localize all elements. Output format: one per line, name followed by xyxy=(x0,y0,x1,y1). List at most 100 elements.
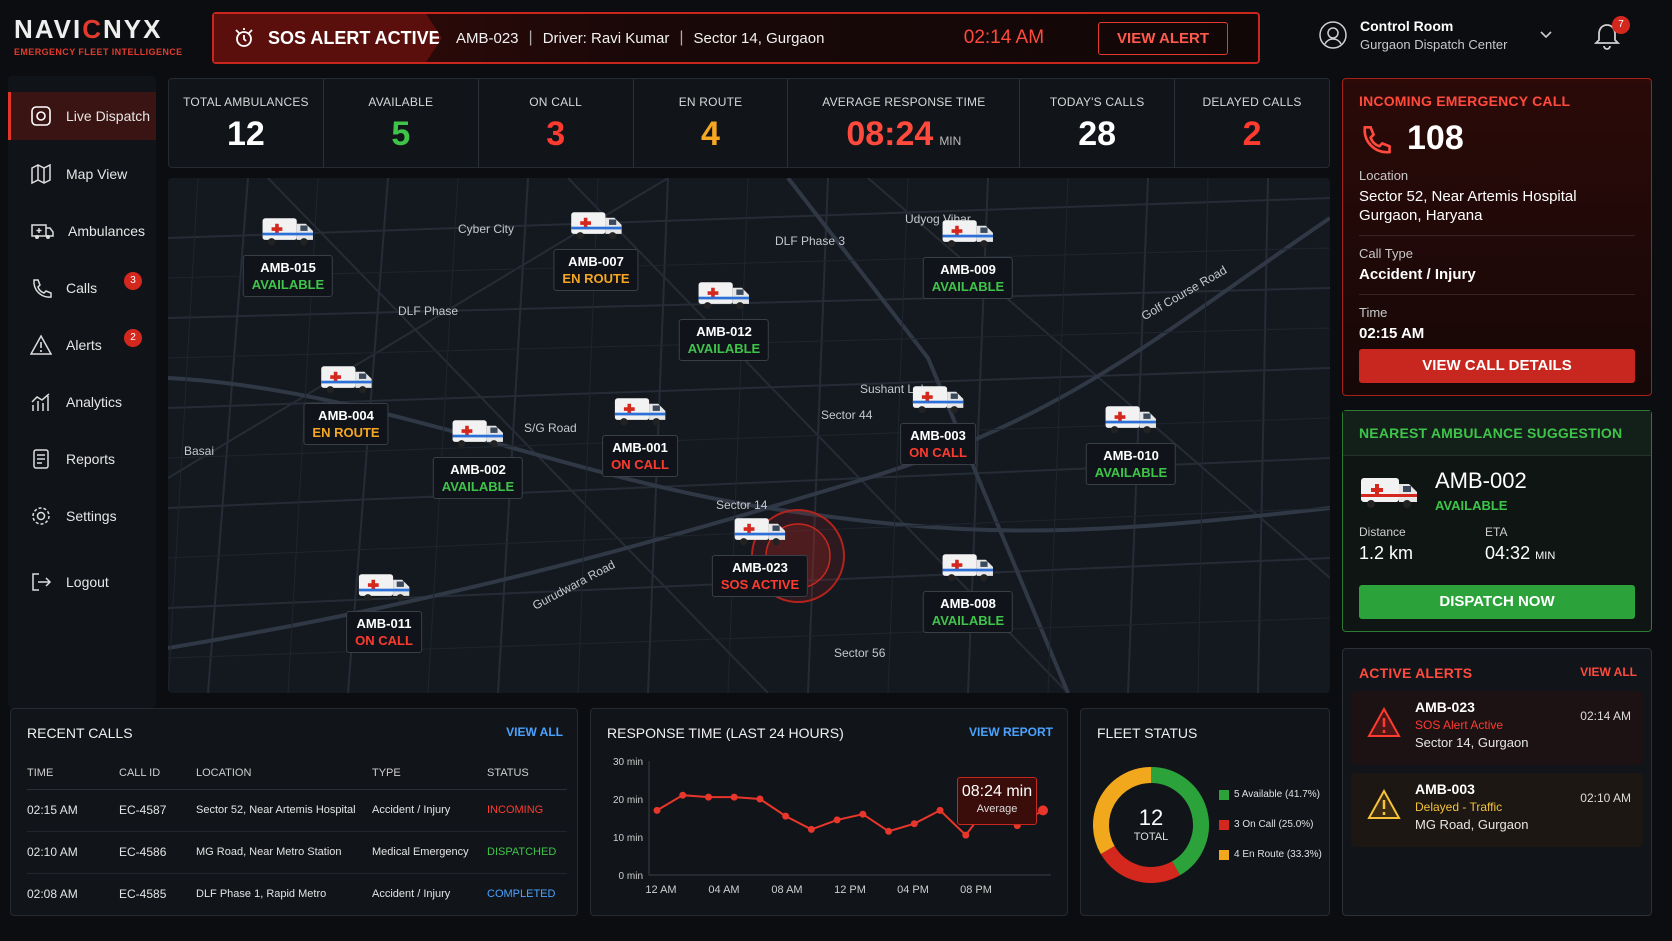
ambulance-marker[interactable]: AMB-004 EN ROUTE xyxy=(303,360,389,445)
sidebar-item-ambulances[interactable]: Ambulances xyxy=(8,207,156,255)
incoming-call-number: 108 xyxy=(1407,119,1464,157)
recent-calls-title: RECENT CALLS xyxy=(27,725,133,741)
recent-calls-table: TIME CALL ID LOCATION TYPE STATUS 02:15 … xyxy=(27,757,567,915)
sos-time: 02:14 AM xyxy=(963,27,1045,48)
nearest-ambulance-panel: NEAREST AMBULANCE SUGGESTION AMB-002 AVA… xyxy=(1342,410,1652,632)
nearest-status: AVAILABLE xyxy=(1435,498,1508,513)
x-tick-label: 08 PM xyxy=(960,884,992,896)
analytics-icon xyxy=(31,393,50,411)
ambulance-marker[interactable]: AMB-009 AVAILABLE xyxy=(922,214,1014,299)
ambulance-marker[interactable]: AMB-008 AVAILABLE xyxy=(922,548,1014,633)
fleet-total: 12 TOTAL xyxy=(1133,805,1169,843)
alert-item[interactable]: AMB-023 SOS Alert Active Sector 14, Gurg… xyxy=(1351,691,1643,765)
data-point xyxy=(885,827,893,835)
data-point xyxy=(1038,805,1048,816)
incoming-call-panel: INCOMING EMERGENCY CALL 108 Location Sec… xyxy=(1342,78,1652,396)
stat-available: AVAILABLE 5 xyxy=(324,79,479,167)
ambulance-label: AMB-011 ON CALL xyxy=(346,611,422,653)
ambulance-icon xyxy=(911,386,965,420)
ambulance-icon xyxy=(1361,477,1417,508)
data-point xyxy=(833,816,841,824)
stat-en-route: EN ROUTE 4 xyxy=(634,79,789,167)
data-point xyxy=(730,793,738,801)
dispatch-icon xyxy=(31,106,51,126)
headset-icon xyxy=(1319,21,1347,49)
ambulance-marker[interactable]: AMB-011 ON CALL xyxy=(346,568,422,653)
sidebar-item-alerts[interactable]: Alerts 2 xyxy=(8,321,156,369)
alerts-badge: 2 xyxy=(124,329,142,347)
nearest-title: NEAREST AMBULANCE SUGGESTION xyxy=(1359,425,1623,441)
table-row[interactable]: 02:10 AM EC-4586 MG Road, Near Metro Stati… xyxy=(27,831,567,874)
phone-icon xyxy=(33,279,52,298)
nearest-unit: AMB-002 xyxy=(1435,468,1527,493)
map-label: S/G Road xyxy=(524,421,577,435)
sidebar-item-logout[interactable]: Logout xyxy=(8,558,156,606)
ambulance-marker[interactable]: AMB-002 AVAILABLE xyxy=(432,414,524,499)
response-time-title: RESPONSE TIME (LAST 24 HOURS) xyxy=(607,725,844,741)
control-room-selector[interactable]: Control Room Gurgaon Dispatch Center xyxy=(1318,18,1553,52)
view-call-details-button[interactable]: VIEW CALL DETAILS xyxy=(1359,349,1635,383)
ambulance-marker[interactable]: AMB-012 AVAILABLE xyxy=(678,276,770,361)
dispatch-now-button[interactable]: DISPATCH NOW xyxy=(1359,585,1635,619)
sidebar-item-map-view[interactable]: Map View xyxy=(8,150,156,198)
alert-item[interactable]: AMB-003 Delayed - Traffic MG Road, Gurga… xyxy=(1351,773,1643,847)
sos-alert-banner[interactable]: SOS ALERT ACTIVE AMB-023 | Driver: Ravi … xyxy=(212,12,1260,64)
ambulance-marker[interactable]: AMB-003 ON CALL xyxy=(900,380,976,465)
nearest-eta: 04:32 MIN xyxy=(1485,543,1556,563)
sidebar-item-calls[interactable]: Calls 3 xyxy=(8,264,156,312)
ambulance-icon xyxy=(941,220,995,254)
map-label: Basai xyxy=(184,444,215,458)
data-point xyxy=(936,806,944,814)
ambulance-icon xyxy=(733,518,787,552)
ambulance-label: AMB-008 AVAILABLE xyxy=(922,591,1014,633)
sos-unit: AMB-023 xyxy=(456,29,519,47)
recent-calls-panel: RECENT CALLS VIEW ALL TIME CALL ID LOCAT… xyxy=(10,708,578,916)
ambulance-icon xyxy=(697,282,751,316)
ambulance-marker[interactable]: AMB-010 AVAILABLE xyxy=(1085,400,1177,485)
data-point xyxy=(653,806,661,814)
ambulance-label: AMB-004 EN ROUTE xyxy=(303,403,389,445)
x-tick-label: 12 PM xyxy=(834,884,866,896)
ambulance-label: AMB-002 AVAILABLE xyxy=(432,457,524,499)
map-icon xyxy=(31,163,51,185)
response-time-panel: RESPONSE TIME (LAST 24 HOURS) VIEW REPOR… xyxy=(590,708,1068,916)
control-room-title: Control Room xyxy=(1360,18,1454,34)
gear-icon xyxy=(32,507,50,525)
chevron-down-icon xyxy=(1540,31,1552,39)
ambulance-marker[interactable]: AMB-023 SOS ACTIVE xyxy=(711,512,809,597)
nearest-distance: 1.2 km xyxy=(1359,543,1414,563)
recent-calls-view-all-link[interactable]: VIEW ALL xyxy=(506,725,563,739)
sos-title: SOS ALERT ACTIVE xyxy=(268,27,441,48)
sos-location: Sector 14, Gurgaon xyxy=(693,29,825,47)
sidebar-item-settings[interactable]: Settings xyxy=(8,492,156,540)
legend-available: 5 Available (41.7%) xyxy=(1219,789,1320,800)
data-point xyxy=(782,812,790,820)
data-point xyxy=(807,825,815,833)
view-report-link[interactable]: VIEW REPORT xyxy=(969,725,1053,739)
live-map[interactable]: Cyber City DLF Phase 3 Udyog Vihar DLF P… xyxy=(168,178,1330,693)
response-time-chart: 30 min 20 min 10 min 0 min12 AM 04 AM 08 AM 12… xyxy=(613,757,1051,896)
view-alert-button[interactable]: VIEW ALERT xyxy=(1098,21,1228,55)
warning-icon xyxy=(1367,707,1401,737)
ambulance-label: AMB-007 EN ROUTE xyxy=(553,249,639,291)
stat-average-response-time: AVERAGE RESPONSE TIME 08:24 MIN xyxy=(788,79,1021,167)
y-tick-label: 20 min xyxy=(613,795,643,806)
ambulance-marker[interactable]: AMB-001 ON CALL xyxy=(602,392,678,477)
table-row[interactable]: 02:15 AM EC-4587 Sector 52, Near Artemis H… xyxy=(27,789,567,832)
sidebar-item-reports[interactable]: Reports xyxy=(8,435,156,483)
notification-badge: 7 xyxy=(1612,16,1630,34)
ambulance-label: AMB-009 AVAILABLE xyxy=(922,257,1014,299)
data-point xyxy=(679,791,687,799)
map-label: Sector 56 xyxy=(834,646,886,660)
ambulance-marker[interactable]: AMB-015 AVAILABLE xyxy=(242,212,334,297)
sos-alarm-icon xyxy=(235,28,253,47)
table-row[interactable]: 02:08 AM EC-4585 DLF Phase 1, Rapid Metro A… xyxy=(27,873,567,915)
ambulance-label: AMB-015 AVAILABLE xyxy=(242,255,334,297)
sidebar-item-live-dispatch[interactable]: Live Dispatch xyxy=(8,92,156,140)
sidebar-item-analytics[interactable]: Analytics xyxy=(8,378,156,426)
ambulance-marker[interactable]: AMB-007 EN ROUTE xyxy=(553,206,639,291)
alerts-view-all-link[interactable]: VIEW ALL xyxy=(1580,665,1637,679)
ambulance-icon xyxy=(569,212,623,246)
brand-logo: NAVICNYX EMERGENCY FLEET INTELLIGENCE xyxy=(14,14,194,57)
fleet-status-panel: FLEET STATUS 12 TOTAL 5 Available (41.7%… xyxy=(1080,708,1330,916)
